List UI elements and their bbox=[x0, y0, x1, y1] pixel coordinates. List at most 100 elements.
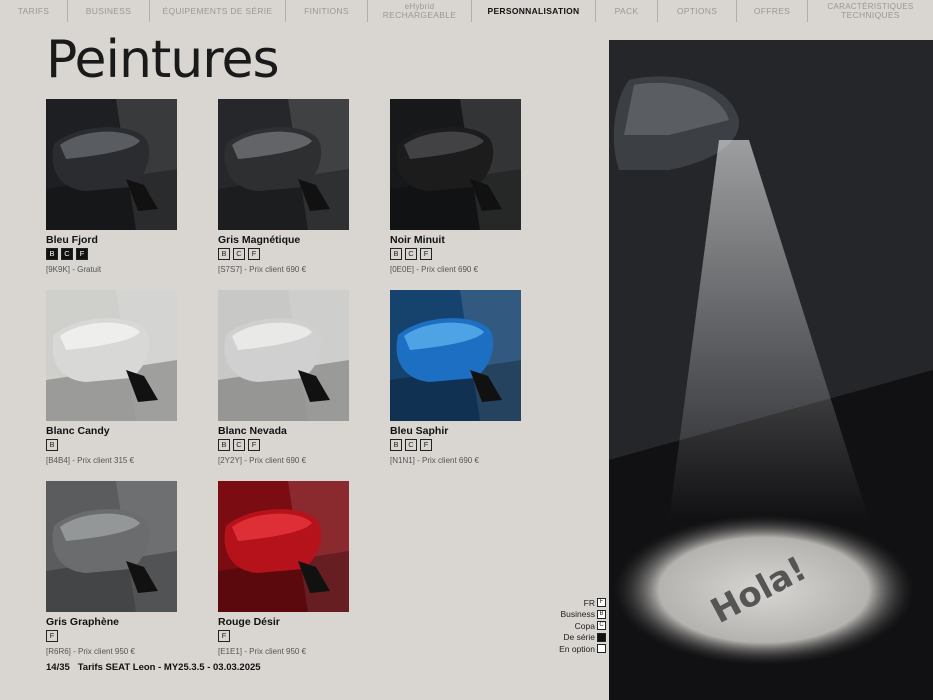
paint-code-price: [0E0E] - Prix client 690 € bbox=[390, 265, 479, 274]
paint-card: Blanc Nevada BCF [2Y2Y] - Prix client 69… bbox=[218, 290, 350, 465]
nav-item-text: BUSINESS bbox=[85, 5, 132, 16]
legend-label: En option bbox=[559, 643, 595, 654]
mirror-swatch-image bbox=[218, 99, 349, 230]
paint-card: Gris Graphène F [R6R6] - Prix client 950… bbox=[46, 481, 178, 656]
nav-item-text: RECHARGEABLE bbox=[382, 10, 457, 20]
legend-row: De série bbox=[552, 632, 606, 644]
legend-label: FR bbox=[583, 597, 595, 608]
legend-row: En option bbox=[552, 643, 606, 655]
trim-badge: F bbox=[46, 630, 58, 642]
mirror-swatch-image bbox=[218, 481, 349, 612]
paint-card: Bleu Fjord BCF [9K9K] - Gratuit bbox=[46, 99, 178, 274]
mirror-swatch-image bbox=[46, 481, 177, 612]
paint-code-price: [E1E1] - Prix client 950 € bbox=[218, 647, 307, 656]
trim-badge: B bbox=[390, 248, 402, 260]
nav-item-label: eHybrid RECHARGEABLE bbox=[383, 2, 457, 20]
trim-badge: F bbox=[218, 630, 230, 642]
nav-item-label: CARACTÉRISTIQUES TECHNIQUES bbox=[827, 2, 913, 20]
nav-item-offres[interactable]: OFFRES bbox=[737, 0, 808, 22]
nav-item-finitions[interactable]: FINITIONS bbox=[286, 0, 368, 22]
trim-badges: BCF bbox=[218, 248, 350, 260]
legend-row: Business B bbox=[552, 609, 606, 621]
mirror-puddle-light-photo: Hola! bbox=[609, 40, 933, 700]
trim-badge: F bbox=[420, 439, 432, 451]
legend-box: C bbox=[597, 621, 606, 631]
nav-item-label: FINITIONS bbox=[304, 5, 349, 16]
nav-item-rechargeable[interactable]: eHybrid RECHARGEABLE bbox=[368, 0, 472, 22]
paint-name: Blanc Nevada bbox=[218, 425, 287, 437]
nav-item-text: ÉQUIPEMENTS DE SÉRIE bbox=[162, 5, 273, 16]
paint-card: Gris Magnétique BCF [S7S7] - Prix client… bbox=[218, 99, 350, 274]
paint-code-price: [S7S7] - Prix client 690 € bbox=[218, 265, 307, 274]
trim-badges: BCF bbox=[218, 439, 350, 451]
nav-item-pack[interactable]: PACK bbox=[596, 0, 658, 22]
legend-label: Business bbox=[560, 609, 596, 620]
nav-item-options[interactable]: OPTIONS bbox=[658, 0, 737, 22]
footer: 14/35 Tarifs SEAT Leon - MY25.3.5 - 03.0… bbox=[46, 662, 261, 673]
nav-item-text: PACK bbox=[614, 5, 639, 16]
paint-name: Gris Graphène bbox=[46, 616, 119, 628]
paint-code-price: [R6R6] - Prix client 950 € bbox=[46, 647, 135, 656]
trim-badge: F bbox=[248, 439, 260, 451]
trim-badges: B bbox=[46, 439, 178, 451]
nav-item-label: ÉQUIPEMENTS DE SÉRIE bbox=[162, 5, 273, 16]
mirror-swatch-image bbox=[46, 290, 177, 421]
legend-row: FR F bbox=[552, 597, 606, 609]
top-navigation: TARIFS BUSINESS ÉQUIPEMENTS DE SÉRIE FINITI… bbox=[0, 0, 933, 22]
nav-item-business[interactable]: BUSINESS bbox=[68, 0, 150, 22]
nav-item-label: OPTIONS bbox=[676, 5, 718, 16]
nav-item-text: TARIFS bbox=[17, 5, 50, 16]
legend: FR F Business B Copa C De série En option bbox=[552, 597, 606, 655]
legend-box bbox=[597, 632, 606, 642]
nav-item-text: TECHNIQUES bbox=[841, 10, 900, 20]
mirror-swatch-image bbox=[390, 99, 521, 230]
trim-badge: B bbox=[46, 248, 58, 260]
nav-item-text: PERSONNALISATION bbox=[487, 5, 580, 16]
paint-name: Bleu Saphir bbox=[390, 425, 449, 437]
mirror-swatch-image bbox=[218, 290, 349, 421]
trim-badges: BCF bbox=[46, 248, 178, 260]
legend-row: Copa C bbox=[552, 620, 606, 632]
paint-code-price: [B4B4] - Prix client 315 € bbox=[46, 456, 135, 465]
legend-box: B bbox=[597, 609, 606, 619]
nav-item-text: FINITIONS bbox=[304, 5, 349, 16]
paint-card: Rouge Désir F [E1E1] - Prix client 950 € bbox=[218, 481, 350, 656]
paint-code-price: [N1N1] - Prix client 690 € bbox=[390, 456, 479, 465]
paint-name: Bleu Fjord bbox=[46, 234, 98, 246]
trim-badges: BCF bbox=[390, 248, 522, 260]
legend-label: De série bbox=[563, 632, 595, 643]
trim-badge: F bbox=[248, 248, 260, 260]
trim-badge: B bbox=[218, 439, 230, 451]
trim-badge: F bbox=[76, 248, 88, 260]
nav-item-tarifs[interactable]: TARIFS bbox=[0, 0, 68, 22]
nav-item-techniques[interactable]: CARACTÉRISTIQUES TECHNIQUES bbox=[808, 0, 933, 22]
legend-label: Copa bbox=[574, 620, 595, 631]
trim-badge: C bbox=[233, 248, 245, 260]
legend-box bbox=[597, 644, 606, 654]
trim-badge: F bbox=[420, 248, 432, 260]
paint-name: Gris Magnétique bbox=[218, 234, 301, 246]
mirror-swatch-image bbox=[46, 99, 177, 230]
trim-badge: B bbox=[390, 439, 402, 451]
nav-item-équipements-de-série[interactable]: ÉQUIPEMENTS DE SÉRIE bbox=[150, 0, 286, 22]
paint-card: Bleu Saphir BCF [N1N1] - Prix client 690… bbox=[390, 290, 522, 465]
trim-badges: F bbox=[46, 630, 178, 642]
paint-card: Noir Minuit BCF [0E0E] - Prix client 690… bbox=[390, 99, 522, 274]
paint-name: Rouge Désir bbox=[218, 616, 280, 628]
trim-badges: BCF bbox=[390, 439, 522, 451]
trim-badge: B bbox=[46, 439, 58, 451]
mirror-swatch-image bbox=[390, 290, 521, 421]
nav-item-personnalisation[interactable]: PERSONNALISATION bbox=[472, 0, 596, 22]
paint-name: Blanc Candy bbox=[46, 425, 110, 437]
nav-item-text: OPTIONS bbox=[676, 5, 718, 16]
trim-badge: C bbox=[61, 248, 73, 260]
trim-badges: F bbox=[218, 630, 350, 642]
nav-item-label: PERSONNALISATION bbox=[487, 5, 580, 16]
trim-badge: C bbox=[405, 439, 417, 451]
nav-item-label: PACK bbox=[614, 5, 639, 16]
paint-code-price: [2Y2Y] - Prix client 690 € bbox=[218, 456, 307, 465]
footer-text: Tarifs SEAT Leon - MY25.3.5 - 03.03.2025 bbox=[77, 662, 261, 673]
paint-card: Blanc Candy B [B4B4] - Prix client 315 € bbox=[46, 290, 178, 465]
page-number: 14/35 bbox=[46, 662, 70, 673]
trim-badge: B bbox=[218, 248, 230, 260]
